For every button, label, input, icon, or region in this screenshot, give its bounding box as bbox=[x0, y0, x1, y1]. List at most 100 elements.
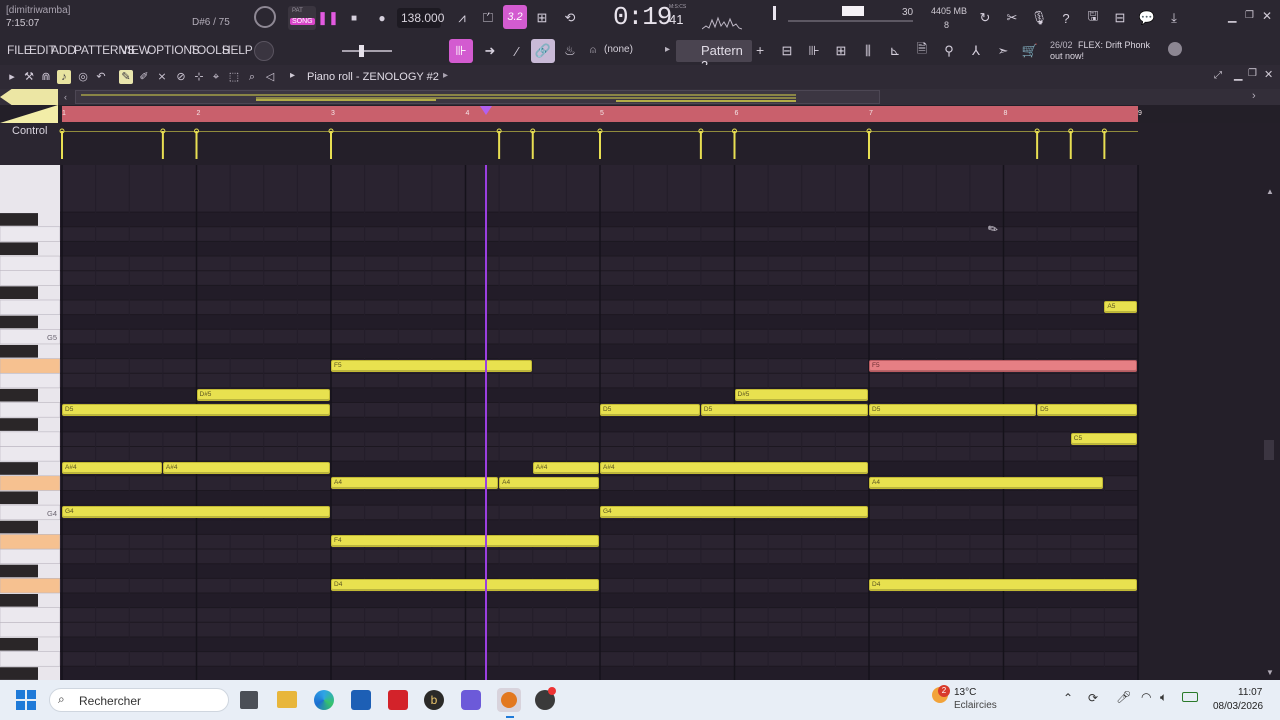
white-key[interactable] bbox=[0, 299, 61, 315]
pr-close[interactable]: ✕ bbox=[1264, 68, 1273, 81]
mic-tray-icon[interactable]: 🎤︎ bbox=[1116, 690, 1131, 704]
white-key[interactable] bbox=[0, 255, 61, 272]
detach-icon[interactable]: ⤢ bbox=[1214, 70, 1222, 81]
song-clock[interactable]: 0:19 bbox=[613, 2, 672, 32]
white-key[interactable] bbox=[0, 651, 61, 667]
news-title[interactable]: FLEX: Drift Phonk bbox=[1078, 40, 1150, 50]
note-f5[interactable]: F5 bbox=[869, 359, 1137, 372]
white-key[interactable] bbox=[0, 270, 61, 286]
bandlab-icon[interactable]: b bbox=[424, 690, 444, 710]
box-select-icon[interactable]: ⬚ bbox=[227, 70, 241, 84]
slice-tool-icon[interactable]: ⊹ bbox=[192, 70, 206, 84]
none-selector[interactable]: (none) bbox=[604, 44, 633, 55]
playhead-marker[interactable] bbox=[479, 106, 492, 115]
main-volume-slider[interactable] bbox=[342, 50, 392, 52]
note-d4[interactable]: D4 bbox=[869, 579, 1137, 592]
white-key[interactable] bbox=[0, 431, 61, 447]
white-key[interactable] bbox=[0, 372, 61, 389]
wifi-icon[interactable]: ◠ bbox=[1141, 690, 1151, 704]
note-tool-icon[interactable]: ♪ bbox=[57, 70, 71, 84]
velocity-stem[interactable] bbox=[530, 128, 536, 159]
white-key[interactable] bbox=[0, 446, 61, 462]
mixer-icon[interactable]: ⊟ bbox=[1109, 7, 1131, 29]
tray-chevron-icon[interactable]: ⌃ bbox=[1063, 691, 1073, 705]
note-d5[interactable]: D5 bbox=[700, 403, 868, 416]
clock-time[interactable]: 11:07 bbox=[1238, 687, 1262, 698]
tools-icon[interactable]: ✂ bbox=[1001, 7, 1023, 29]
black-key[interactable] bbox=[0, 491, 38, 505]
note-a4[interactable]: A4 bbox=[869, 476, 1104, 489]
white-key[interactable] bbox=[0, 226, 61, 242]
black-key[interactable] bbox=[0, 594, 38, 607]
black-key[interactable] bbox=[0, 667, 38, 680]
velocity-stem[interactable] bbox=[732, 128, 737, 159]
note-d5[interactable]: D5 bbox=[869, 403, 1037, 416]
paint-tool-icon[interactable]: ✐ bbox=[137, 70, 151, 84]
note-d5[interactable]: D5 bbox=[62, 403, 330, 416]
edge-icon[interactable] bbox=[314, 690, 334, 710]
delete-tool-icon[interactable]: ⨯ bbox=[155, 70, 169, 84]
black-key[interactable] bbox=[0, 418, 38, 431]
chat-icon[interactable]: 💬 bbox=[1136, 7, 1158, 29]
pattern-snap-button[interactable]: 3.2 bbox=[503, 5, 527, 29]
mixer-view-icon[interactable]: ⫼ bbox=[857, 40, 879, 62]
scroll-down-icon[interactable]: ▼ bbox=[1266, 668, 1274, 677]
arrow-right-icon[interactable]: ➜ bbox=[479, 40, 501, 62]
white-key[interactable] bbox=[0, 358, 61, 374]
fl-studio-taskbar-icon[interactable] bbox=[497, 688, 521, 712]
event-control-lane[interactable]: Control bbox=[0, 123, 1280, 165]
note-f5[interactable]: F5 bbox=[331, 359, 532, 372]
overview-thumb[interactable] bbox=[76, 91, 796, 103]
white-key[interactable] bbox=[0, 548, 61, 564]
acrobat-icon[interactable] bbox=[388, 690, 408, 710]
velocity-stem[interactable] bbox=[866, 128, 872, 159]
loop-record-icon[interactable]: ⟲ bbox=[559, 7, 581, 29]
timeline-ruler[interactable]: 1 2 3 4 5 6 7 8 9 bbox=[0, 105, 1280, 123]
velocity-stem[interactable] bbox=[59, 128, 65, 159]
velocity-stem[interactable] bbox=[194, 128, 199, 159]
wrench-icon[interactable]: ⚒ bbox=[22, 70, 36, 84]
menu-arrow-icon[interactable]: ▸ bbox=[5, 70, 19, 84]
zoom-icon[interactable]: ⌕ bbox=[245, 70, 259, 84]
master-pitch-knob[interactable] bbox=[254, 41, 274, 61]
note-as4[interactable]: A#4 bbox=[532, 462, 599, 475]
stamp-icon[interactable]: ♨ bbox=[559, 40, 581, 62]
undo-icon[interactable]: ↶ bbox=[94, 70, 108, 84]
velocity-stem[interactable] bbox=[160, 128, 166, 159]
black-key[interactable] bbox=[0, 242, 38, 256]
playback-icon[interactable]: ◁ bbox=[263, 70, 277, 84]
piano-roll-play-icon[interactable]: ▸ bbox=[290, 70, 295, 81]
window-minimize[interactable]: ▁ bbox=[1228, 10, 1236, 23]
piano-roll-title[interactable]: Piano roll - ZENOLOGY #2 bbox=[307, 71, 439, 83]
news-subtitle[interactable]: out now! bbox=[1050, 51, 1084, 61]
black-key[interactable] bbox=[0, 388, 38, 402]
piano-icon[interactable]: ⊪ bbox=[803, 40, 825, 62]
taskbar-search[interactable]: ⌕ Rechercher bbox=[49, 688, 229, 712]
file-icon[interactable]: 🗎 bbox=[911, 40, 933, 62]
add-pattern-button[interactable]: + bbox=[756, 42, 764, 58]
microphone-icon[interactable]: 🎙 bbox=[1028, 7, 1050, 29]
volume-icon[interactable]: 🔈︎ bbox=[1160, 690, 1167, 705]
velocity-stem[interactable] bbox=[328, 128, 334, 159]
note-as4[interactable]: A#4 bbox=[162, 462, 330, 475]
sync-icon[interactable]: ⟳ bbox=[1088, 691, 1098, 705]
scroll-left-icon[interactable]: ‹ bbox=[64, 92, 67, 102]
note-g4[interactable]: G4 bbox=[600, 506, 868, 519]
weather-temp[interactable]: 13°C bbox=[954, 687, 976, 698]
pr-minimize[interactable]: ▁ bbox=[1234, 68, 1242, 81]
teams-icon[interactable] bbox=[461, 690, 481, 710]
stop-button[interactable]: ■ bbox=[343, 7, 365, 29]
plugin-icon[interactable]: ⚲ bbox=[938, 40, 960, 62]
link-button[interactable]: 🔗 bbox=[531, 39, 555, 63]
piano-keyboard[interactable]: G5 G4 bbox=[0, 165, 61, 680]
channel-rack-icon[interactable]: ⊞ bbox=[830, 40, 852, 62]
velocity-stem[interactable] bbox=[496, 128, 502, 159]
news-logo-icon[interactable] bbox=[1168, 42, 1182, 56]
note-as4[interactable]: A#4 bbox=[600, 462, 868, 475]
note-grid[interactable]: D5 D#5 A#4 A#4 G4 F5 A4 A4 A#4 F4 D4 D5 D5 D#5 A#4 G4 F5… bbox=[0, 165, 1280, 680]
tempo-tapper-icon[interactable]: ⅄ bbox=[965, 40, 987, 62]
note-d4[interactable]: D4 bbox=[331, 579, 599, 592]
note-ds5[interactable]: D#5 bbox=[196, 388, 330, 401]
pencil-tool-icon[interactable]: ✎ bbox=[119, 70, 133, 84]
velocity-stem[interactable] bbox=[597, 128, 603, 159]
